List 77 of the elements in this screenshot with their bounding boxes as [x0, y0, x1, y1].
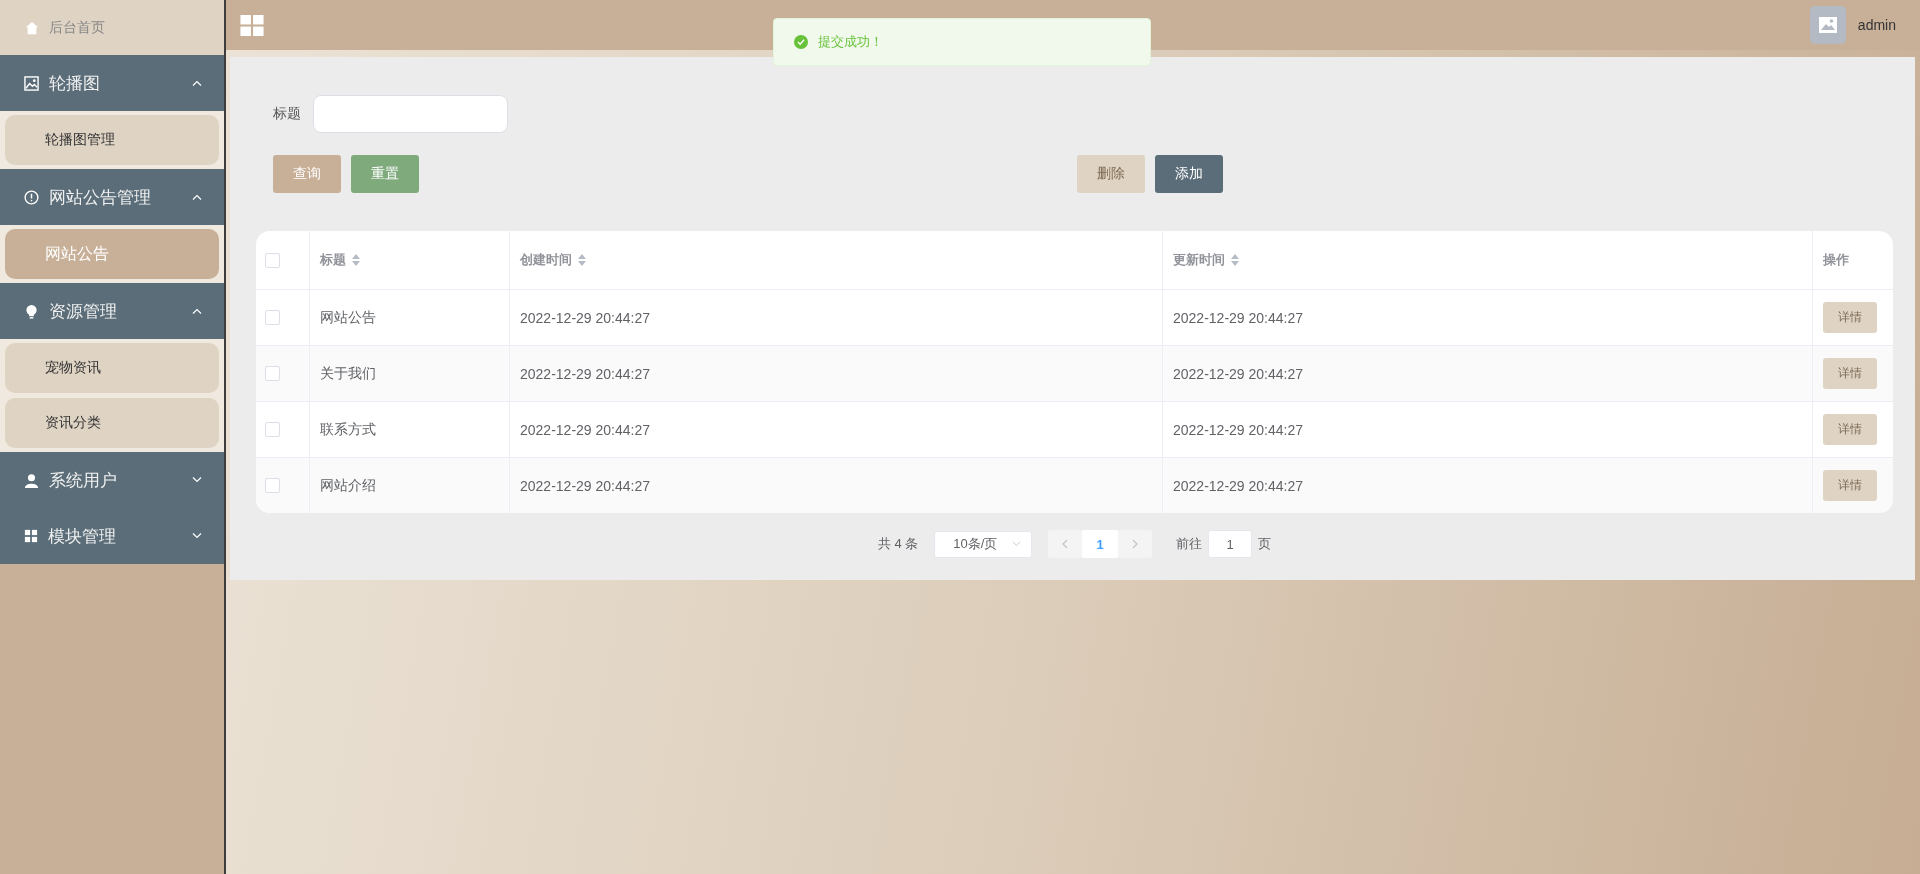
column-header[interactable]: 创建时间: [520, 251, 572, 269]
lightbulb-icon: [24, 303, 39, 319]
user-icon: [24, 472, 39, 488]
sort-icon[interactable]: [352, 254, 360, 266]
page-suffix: 页: [1258, 535, 1272, 553]
table-cell: 2022-12-29 20:44:27: [1173, 477, 1303, 494]
submenu-item[interactable]: 资讯分类: [5, 398, 219, 448]
row-checkbox[interactable]: [265, 422, 280, 437]
chevron-icon: [192, 80, 202, 86]
goto-page-input[interactable]: 1: [1208, 530, 1253, 558]
submenu-item[interactable]: 网站公告: [5, 229, 219, 279]
row-checkbox[interactable]: [265, 310, 280, 325]
column-header[interactable]: 更新时间: [1173, 251, 1225, 269]
toast-message: 提交成功！: [818, 33, 883, 51]
menu-group[interactable]: 模块管理: [0, 508, 224, 564]
menu-group-label: 轮播图: [49, 72, 101, 95]
chevron-icon: [192, 194, 202, 200]
detail-button[interactable]: 详情: [1823, 302, 1877, 333]
reset-button[interactable]: 重置: [351, 155, 419, 193]
info-icon: [24, 189, 39, 205]
page-size-select[interactable]: 10条/页: [934, 530, 1033, 558]
chevron-icon: [192, 308, 202, 314]
menu-icon[interactable]: [240, 14, 264, 36]
chevron-down-icon: [1012, 541, 1022, 547]
table-cell: 2022-12-29 20:44:27: [1173, 365, 1303, 382]
table-cell: 网站介绍: [320, 476, 376, 495]
column-header[interactable]: 标题: [320, 251, 346, 269]
title-input[interactable]: [313, 95, 508, 133]
menu-group-label: 模块管理: [48, 525, 117, 548]
detail-button[interactable]: 详情: [1823, 470, 1877, 501]
submenu-item[interactable]: 轮播图管理: [5, 115, 219, 165]
field-label: 标题: [273, 105, 301, 123]
detail-button[interactable]: 详情: [1823, 414, 1877, 445]
table-cell: 2022-12-29 20:44:27: [520, 309, 650, 326]
home-icon: [25, 20, 39, 35]
table-cell: 联系方式: [320, 420, 376, 439]
table-cell: 2022-12-29 20:44:27: [520, 365, 650, 382]
detail-button[interactable]: 详情: [1823, 358, 1877, 389]
sidebar-item-label: 后台首页: [49, 18, 105, 37]
grid-icon: [24, 529, 38, 543]
table-cell: 2022-12-29 20:44:27: [520, 477, 650, 494]
table-cell: 关于我们: [320, 364, 376, 383]
menu-group[interactable]: 轮播图: [0, 55, 224, 111]
delete-button[interactable]: 删除: [1077, 155, 1145, 193]
table-cell: 2022-12-29 20:44:27: [520, 421, 650, 438]
page-number[interactable]: 1: [1082, 530, 1119, 558]
chevron-icon: [192, 533, 202, 539]
add-button[interactable]: 添加: [1155, 155, 1223, 193]
chevron-icon: [192, 477, 202, 483]
menu-group-label: 网站公告管理: [49, 186, 152, 209]
select-all-checkbox[interactable]: [265, 252, 280, 268]
sort-icon[interactable]: [1231, 254, 1239, 266]
chevron-right-icon: [1132, 539, 1139, 549]
chevron-left-icon: [1062, 539, 1069, 549]
menu-group[interactable]: 网站公告管理: [0, 169, 224, 225]
image-icon: [24, 75, 39, 91]
total-count: 共 4 条: [877, 535, 919, 553]
username[interactable]: admin: [1857, 17, 1896, 33]
sidebar-item[interactable]: 后台首页: [0, 0, 224, 55]
next-page-button[interactable]: [1118, 530, 1153, 558]
menu-group-label: 资源管理: [49, 300, 118, 323]
avatar-image-icon[interactable]: [1809, 6, 1846, 44]
menu-group-label: 系统用户: [49, 469, 118, 492]
previous-page-button[interactable]: [1048, 530, 1083, 558]
menu-group[interactable]: 资源管理: [0, 283, 224, 339]
table-cell: 2022-12-29 20:44:27: [1173, 421, 1303, 438]
table-cell: 2022-12-29 20:44:27: [1173, 309, 1303, 326]
row-checkbox[interactable]: [265, 366, 280, 381]
sort-icon[interactable]: [578, 254, 586, 266]
row-checkbox[interactable]: [265, 478, 280, 493]
submenu-item[interactable]: 宠物资讯: [5, 343, 219, 393]
goto-label: 前往: [1176, 535, 1203, 553]
check-circle-icon: [794, 35, 808, 49]
menu-group[interactable]: 系统用户: [0, 452, 224, 508]
column-header[interactable]: 操作: [1823, 251, 1849, 269]
query-button[interactable]: 查询: [273, 155, 341, 193]
table-cell: 网站公告: [320, 308, 376, 327]
